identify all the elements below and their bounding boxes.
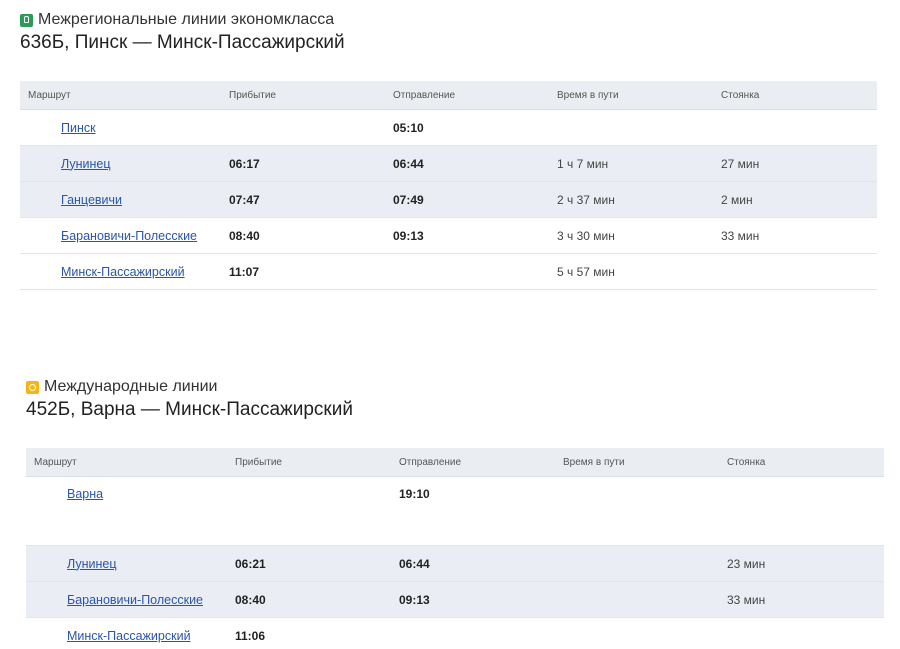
train-block: Межрегиональные линии экономкласса 636Б,… xyxy=(20,10,877,290)
station-cell: Пинск xyxy=(20,109,221,146)
arrival-cell: 11:06 xyxy=(227,617,391,649)
travel-time-cell: 1 ч 7 мин xyxy=(549,145,713,182)
table-row: Ганцевичи 07:47 07:49 2 ч 37 мин 2 мин xyxy=(20,181,877,218)
table-row: Пинск 05:10 xyxy=(20,109,877,146)
stop-cell: 33 мин xyxy=(719,581,884,618)
international-train-icon xyxy=(26,380,39,394)
train-block: Международные линии 452Б, Варна — Минск-… xyxy=(26,377,884,649)
arrival-cell: 08:40 xyxy=(227,581,391,618)
train-category: Международные линии xyxy=(26,377,884,397)
departure-cell: 06:44 xyxy=(385,145,549,182)
table-header-row: Маршрут Прибытие Отправление Время в пут… xyxy=(26,448,884,477)
table-row: Минск-Пассажирский 11:07 5 ч 57 мин xyxy=(20,253,877,290)
station-cell: Барановичи-Полесские xyxy=(26,581,227,618)
stop-cell: 33 мин xyxy=(713,217,877,254)
station-cell: Барановичи-Полесские xyxy=(20,217,221,254)
train-title: 452Б, Варна — Минск-Пассажирский xyxy=(26,399,353,420)
arrival-cell: 06:17 xyxy=(221,145,385,182)
stop-cell xyxy=(713,253,877,290)
departure-cell: 05:10 xyxy=(385,109,549,146)
header-stop: Стоянка xyxy=(719,448,884,477)
station-link[interactable]: Лунинец xyxy=(67,557,117,571)
station-link[interactable]: Варна xyxy=(67,487,103,501)
table-row: Барановичи-Полесские 08:40 09:13 33 мин xyxy=(26,581,884,618)
station-link[interactable]: Минск-Пассажирский xyxy=(61,265,185,279)
schedule-table: Маршрут Прибытие Отправление Время в пут… xyxy=(26,448,884,649)
stop-cell xyxy=(719,617,884,649)
departure-cell: 19:10 xyxy=(391,476,555,546)
arrival-cell: 11:07 xyxy=(221,253,385,290)
header-departure: Отправление xyxy=(385,81,549,110)
header-arrival: Прибытие xyxy=(227,448,391,477)
header-travel-time: Время в пути xyxy=(555,448,719,477)
train-category-label: Международные линии xyxy=(44,378,218,395)
arrival-cell xyxy=(221,109,385,146)
train-category-label: Межрегиональные линии экономкласса xyxy=(38,11,335,28)
station-cell: Минск-Пассажирский xyxy=(20,253,221,290)
header-departure: Отправление xyxy=(391,448,555,477)
departure-cell: 06:44 xyxy=(391,545,555,582)
travel-time-cell xyxy=(555,476,719,546)
station-link[interactable]: Ганцевичи xyxy=(61,193,122,207)
header-travel-time: Время в пути xyxy=(549,81,713,110)
departure-cell xyxy=(385,253,549,290)
station-cell: Лунинец xyxy=(20,145,221,182)
travel-time-cell: 2 ч 37 мин xyxy=(549,181,713,218)
travel-time-cell: 3 ч 30 мин xyxy=(549,217,713,254)
station-cell: Варна xyxy=(26,476,227,546)
header-arrival: Прибытие xyxy=(221,81,385,110)
stop-cell xyxy=(719,476,884,546)
arrival-cell: 08:40 xyxy=(221,217,385,254)
travel-time-cell xyxy=(555,545,719,582)
departure-cell: 09:13 xyxy=(391,581,555,618)
departure-cell: 07:49 xyxy=(385,181,549,218)
arrival-cell xyxy=(227,476,391,546)
schedule-table: Маршрут Прибытие Отправление Время в пут… xyxy=(20,81,877,290)
station-link[interactable]: Лунинец xyxy=(61,157,111,171)
train-category: Межрегиональные линии экономкласса xyxy=(20,10,877,30)
stop-cell xyxy=(713,109,877,146)
table-row: Минск-Пассажирский 11:06 xyxy=(26,617,884,649)
station-cell: Ганцевичи xyxy=(20,181,221,218)
header-stop: Стоянка xyxy=(713,81,877,110)
stop-cell: 27 мин xyxy=(713,145,877,182)
stop-cell: 23 мин xyxy=(719,545,884,582)
station-link[interactable]: Барановичи-Полесские xyxy=(67,593,203,607)
travel-time-cell: 5 ч 57 мин xyxy=(549,253,713,290)
header-route: Маршрут xyxy=(20,81,221,110)
departure-cell: 09:13 xyxy=(385,217,549,254)
arrival-cell: 06:21 xyxy=(227,545,391,582)
stop-cell: 2 мин xyxy=(713,181,877,218)
station-link[interactable]: Пинск xyxy=(61,121,96,135)
station-link[interactable]: Барановичи-Полесские xyxy=(61,229,197,243)
schedule-page: Межрегиональные линии экономкласса 636Б,… xyxy=(0,0,900,649)
station-cell: Лунинец xyxy=(26,545,227,582)
travel-time-cell xyxy=(555,581,719,618)
table-row: Лунинец 06:17 06:44 1 ч 7 мин 27 мин xyxy=(20,145,877,182)
arrival-cell: 07:47 xyxy=(221,181,385,218)
train-title: 636Б, Пинск — Минск-Пассажирский xyxy=(20,32,345,53)
table-row: Варна 19:10 xyxy=(26,476,884,546)
regional-train-icon xyxy=(20,13,33,27)
table-row: Лунинец 06:21 06:44 23 мин xyxy=(26,545,884,582)
travel-time-cell xyxy=(549,109,713,146)
travel-time-cell xyxy=(555,617,719,649)
station-link[interactable]: Минск-Пассажирский xyxy=(67,629,191,643)
departure-cell xyxy=(391,617,555,649)
header-route: Маршрут xyxy=(26,448,227,477)
table-header-row: Маршрут Прибытие Отправление Время в пут… xyxy=(20,81,877,110)
table-row: Барановичи-Полесские 08:40 09:13 3 ч 30 … xyxy=(20,217,877,254)
station-cell: Минск-Пассажирский xyxy=(26,617,227,649)
